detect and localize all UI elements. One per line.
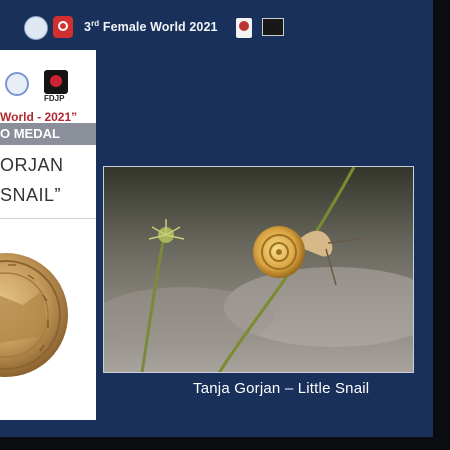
photo-caption: Tanja Gorjan – Little Snail: [193, 380, 370, 397]
fdjp-logo-icon: [236, 18, 252, 38]
screen-edge-right: [433, 0, 450, 450]
competition-photo: [103, 166, 414, 373]
certificate-org-label: FDJP: [44, 94, 65, 103]
certificate-medal-label: O MEDAL: [0, 126, 60, 141]
award-certificate: FDJP World - 2021” O MEDAL ORJAN SNAIL”: [0, 50, 96, 420]
certificate-org-logo-icon: [5, 72, 29, 96]
badge-logo-icon: [262, 18, 284, 36]
gold-medal-icon: [0, 235, 68, 400]
certificate-author: ORJAN: [0, 155, 64, 175]
certificate-fdjp-logo-icon: [44, 70, 68, 94]
title-number: 3: [84, 20, 92, 35]
organization-logo-icon: [24, 16, 48, 40]
title-text: Female World 2021: [99, 20, 218, 35]
certificate-divider: [0, 218, 96, 219]
certificate-work-title: SNAIL”: [0, 185, 62, 205]
screen-edge-bottom: [0, 437, 433, 450]
presentation-slide: 3rd Female World 2021 FDJP World - 2021”…: [0, 0, 433, 437]
slide-title: 3rd Female World 2021: [84, 19, 218, 34]
federation-logo-icon: [53, 16, 73, 38]
certificate-event-name: World - 2021”: [0, 110, 78, 124]
